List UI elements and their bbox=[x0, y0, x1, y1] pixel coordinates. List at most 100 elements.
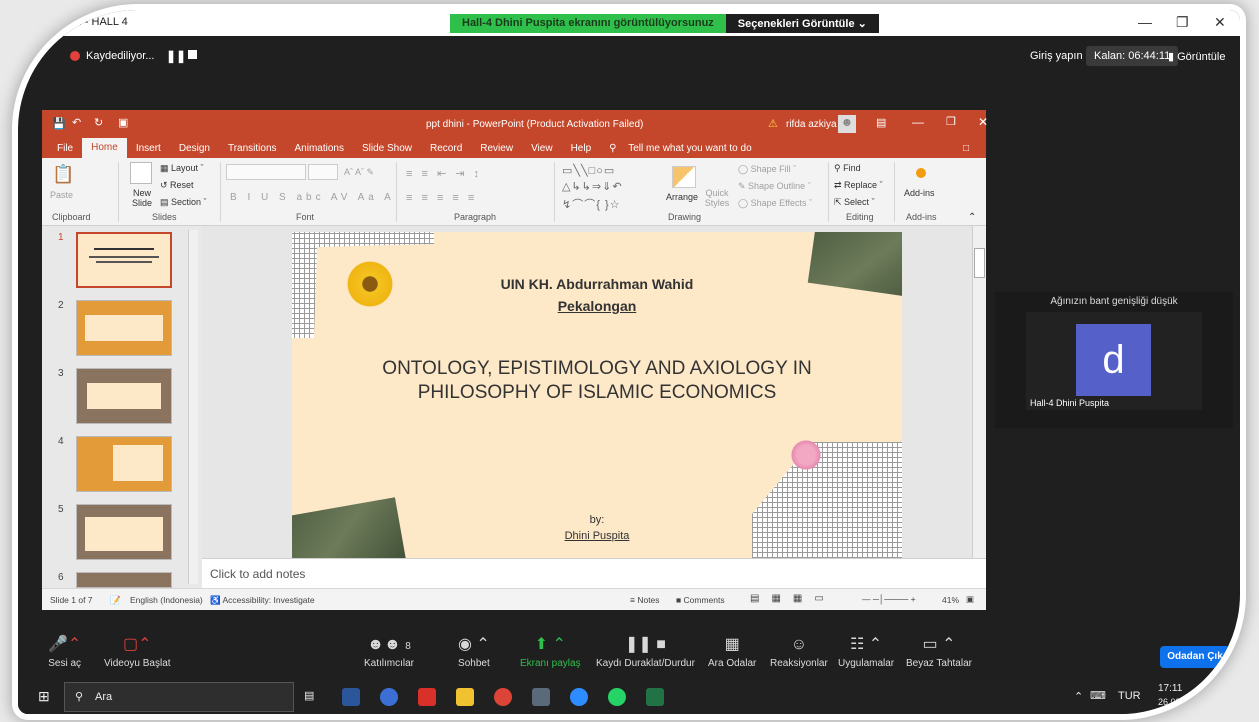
tab-file[interactable]: File bbox=[48, 143, 82, 154]
thumbnail-scrollbar[interactable] bbox=[188, 230, 198, 584]
start-from-beginning-icon[interactable]: ▣ bbox=[118, 116, 128, 129]
input-language[interactable]: TUR bbox=[1118, 690, 1141, 702]
arrange-button[interactable]: Arrange bbox=[666, 192, 698, 202]
section-button[interactable]: ▤ Section ˇ bbox=[160, 197, 207, 208]
replace-button[interactable]: ⇄ Replace ˇ bbox=[834, 180, 883, 191]
minimize-icon[interactable]: — bbox=[1138, 14, 1152, 30]
reset-button[interactable]: ↺ Reset bbox=[160, 180, 194, 191]
slide-thumbnail-2[interactable] bbox=[76, 300, 172, 356]
view-buttons[interactable]: ▤▦▦▭ bbox=[750, 593, 836, 604]
breakout-rooms-button[interactable]: ▦ Ara Odalar bbox=[708, 634, 756, 669]
ppt-close-icon[interactable]: ✕ bbox=[978, 115, 988, 129]
slide-canvas[interactable]: UIN KH. Abdurrahman Wahid Pekalongan ONT… bbox=[292, 232, 902, 558]
tab-slide-show[interactable]: Slide Show bbox=[353, 143, 421, 154]
stop-recording-icon[interactable] bbox=[188, 50, 197, 59]
spellcheck-icon[interactable]: 📝 bbox=[110, 595, 121, 606]
calculator-icon[interactable] bbox=[532, 688, 550, 706]
tab-design[interactable]: Design bbox=[170, 143, 219, 154]
font-size-box[interactable] bbox=[308, 164, 338, 180]
slide-thumbnail-1[interactable] bbox=[76, 232, 172, 288]
language-status[interactable]: English (Indonesia) bbox=[130, 595, 203, 605]
font-format-buttons[interactable]: B I U S abc AV Aa A bbox=[230, 192, 395, 203]
notes-toggle[interactable]: ≡ Notes bbox=[630, 595, 660, 605]
slide-thumbnail-6[interactable] bbox=[76, 572, 172, 588]
task-view-icon[interactable]: ▤ bbox=[304, 689, 314, 702]
align-buttons[interactable]: ≡ ≡ ≡ ≡ ≡ bbox=[406, 192, 477, 204]
shape-fill-button[interactable]: ◯ Shape Fill ˇ bbox=[738, 164, 796, 175]
shapes-gallery[interactable]: ▭╲╲□○▭ bbox=[562, 164, 615, 177]
participant-tile[interactable]: d Hall-4 Dhini Puspita bbox=[1026, 312, 1202, 410]
chat-button[interactable]: ◉ ⌃ Sohbet bbox=[458, 634, 490, 669]
whiteboards-button[interactable]: ▭ ⌃ Beyaz Tahtalar bbox=[906, 634, 972, 669]
add-ins-button[interactable]: Add-ins bbox=[904, 188, 935, 198]
arrange-icon[interactable] bbox=[672, 166, 696, 188]
tab-review[interactable]: Review bbox=[471, 143, 522, 154]
shape-outline-button[interactable]: ✎ Shape Outline ˇ bbox=[738, 181, 811, 192]
unmute-button[interactable]: 🎤⌃ Sesi aç bbox=[48, 634, 81, 669]
leave-meeting-button[interactable]: Odadan Çık bbox=[1160, 646, 1230, 668]
notes-placeholder[interactable]: Click to add notes bbox=[210, 567, 305, 581]
view-button[interactable]: ▮ Görüntüle bbox=[1168, 50, 1225, 63]
paste-icon[interactable]: 📋 bbox=[52, 164, 74, 185]
slide-thumbnail-pane[interactable]: 1 2 3 4 5 6 bbox=[42, 226, 202, 588]
pause-stop-recording-button[interactable]: ❚❚ ■ Kaydı Duraklat/Durdur bbox=[596, 634, 695, 669]
close-icon[interactable]: ✕ bbox=[1214, 14, 1226, 31]
taskbar-search-box[interactable]: ⚲ Ara bbox=[64, 682, 294, 712]
font-size-controls[interactable]: Aˆ Aˇ ✎ bbox=[344, 167, 374, 178]
share-screen-button[interactable]: ⬆ ⌃ Ekranı paylaş bbox=[520, 634, 581, 669]
fit-slide-icon[interactable]: ▣ bbox=[966, 594, 974, 605]
tab-record[interactable]: Record bbox=[421, 143, 471, 154]
layout-button[interactable]: ▦ Layout ˇ bbox=[160, 163, 204, 174]
save-icon[interactable]: 💾 bbox=[52, 117, 66, 130]
zoom-slider[interactable]: — ─│──── + bbox=[862, 594, 916, 604]
redo-icon[interactable]: ↻ bbox=[94, 116, 103, 129]
ppt-minimize-icon[interactable]: — bbox=[912, 115, 924, 129]
pause-recording-icon[interactable]: ❚❚ bbox=[166, 49, 186, 63]
excel-icon[interactable] bbox=[646, 688, 664, 706]
select-button[interactable]: ⇱ Select ˇ bbox=[834, 197, 875, 208]
shapes-gallery-row3[interactable]: ↯⌒⌒{ }☆ bbox=[562, 196, 620, 212]
clock-date[interactable]: 26.09 bbox=[1158, 697, 1181, 707]
participant-video-panel[interactable]: Ağınızın bant genişliği düşük d Hall-4 D… bbox=[995, 292, 1233, 428]
restore-icon[interactable]: ❐ bbox=[1176, 14, 1189, 31]
windows-start-icon[interactable]: ⊞ bbox=[38, 688, 50, 705]
tell-me-search[interactable]: ⚲ Tell me what you want to do bbox=[600, 143, 770, 154]
slide-thumbnail-3[interactable] bbox=[76, 368, 172, 424]
tab-transitions[interactable]: Transitions bbox=[219, 143, 286, 154]
browser-icon[interactable] bbox=[380, 688, 398, 706]
tab-animations[interactable]: Animations bbox=[286, 143, 353, 154]
apps-button[interactable]: ☷ ⌃ Uygulamalar bbox=[838, 634, 894, 669]
undo-icon[interactable]: ↶ bbox=[72, 116, 81, 129]
paste-label[interactable]: Paste bbox=[50, 190, 73, 200]
collapse-ribbon-icon[interactable]: ⌃ bbox=[968, 212, 976, 223]
ribbon-display-icon[interactable]: ▤ bbox=[876, 116, 886, 129]
slide-editing-area[interactable]: UIN KH. Abdurrahman Wahid Pekalongan ONT… bbox=[202, 226, 986, 558]
new-slide-button[interactable]: New Slide bbox=[126, 188, 158, 208]
quick-styles-button[interactable]: Quick Styles bbox=[702, 188, 732, 208]
shapes-gallery-row2[interactable]: △↳↳⇒⇓↶ bbox=[562, 180, 623, 193]
list-buttons[interactable]: ≡ ≡ ⇤ ⇥ ↕ bbox=[406, 167, 482, 180]
comments-toggle[interactable]: ■ Comments bbox=[676, 595, 725, 605]
tab-insert[interactable]: Insert bbox=[127, 143, 170, 154]
slide-thumbnail-4[interactable] bbox=[76, 436, 172, 492]
file-explorer-icon[interactable] bbox=[456, 688, 474, 706]
system-tray-chevron-icon[interactable]: ⌃ bbox=[1074, 690, 1083, 703]
user-name[interactable]: rifda azkiya bbox=[786, 119, 837, 130]
user-avatar-icon[interactable]: ☻ bbox=[838, 115, 856, 133]
comments-icon[interactable]: □ bbox=[954, 143, 978, 154]
accessibility-status[interactable]: ♿ Accessibility: Investigate bbox=[210, 595, 315, 606]
zoom-level[interactable]: 41% bbox=[942, 595, 959, 605]
clock-time[interactable]: 17:11 bbox=[1158, 683, 1182, 694]
slide-scrollbar[interactable] bbox=[972, 226, 986, 558]
pdf-reader-icon[interactable] bbox=[418, 688, 436, 706]
participants-button[interactable]: ☻☻ 8 Katılımcılar bbox=[364, 634, 414, 669]
zoom-app-icon[interactable] bbox=[570, 688, 588, 706]
font-family-box[interactable] bbox=[226, 164, 306, 180]
whatsapp-icon[interactable] bbox=[608, 688, 626, 706]
reactions-button[interactable]: ☺ Reaksiyonlar bbox=[770, 634, 828, 669]
slide-thumbnail-5[interactable] bbox=[76, 504, 172, 560]
add-ins-icon[interactable] bbox=[916, 168, 926, 178]
find-button[interactable]: ⚲ Find bbox=[834, 163, 861, 174]
tab-home[interactable]: Home bbox=[82, 138, 127, 158]
new-slide-icon[interactable] bbox=[130, 162, 152, 184]
